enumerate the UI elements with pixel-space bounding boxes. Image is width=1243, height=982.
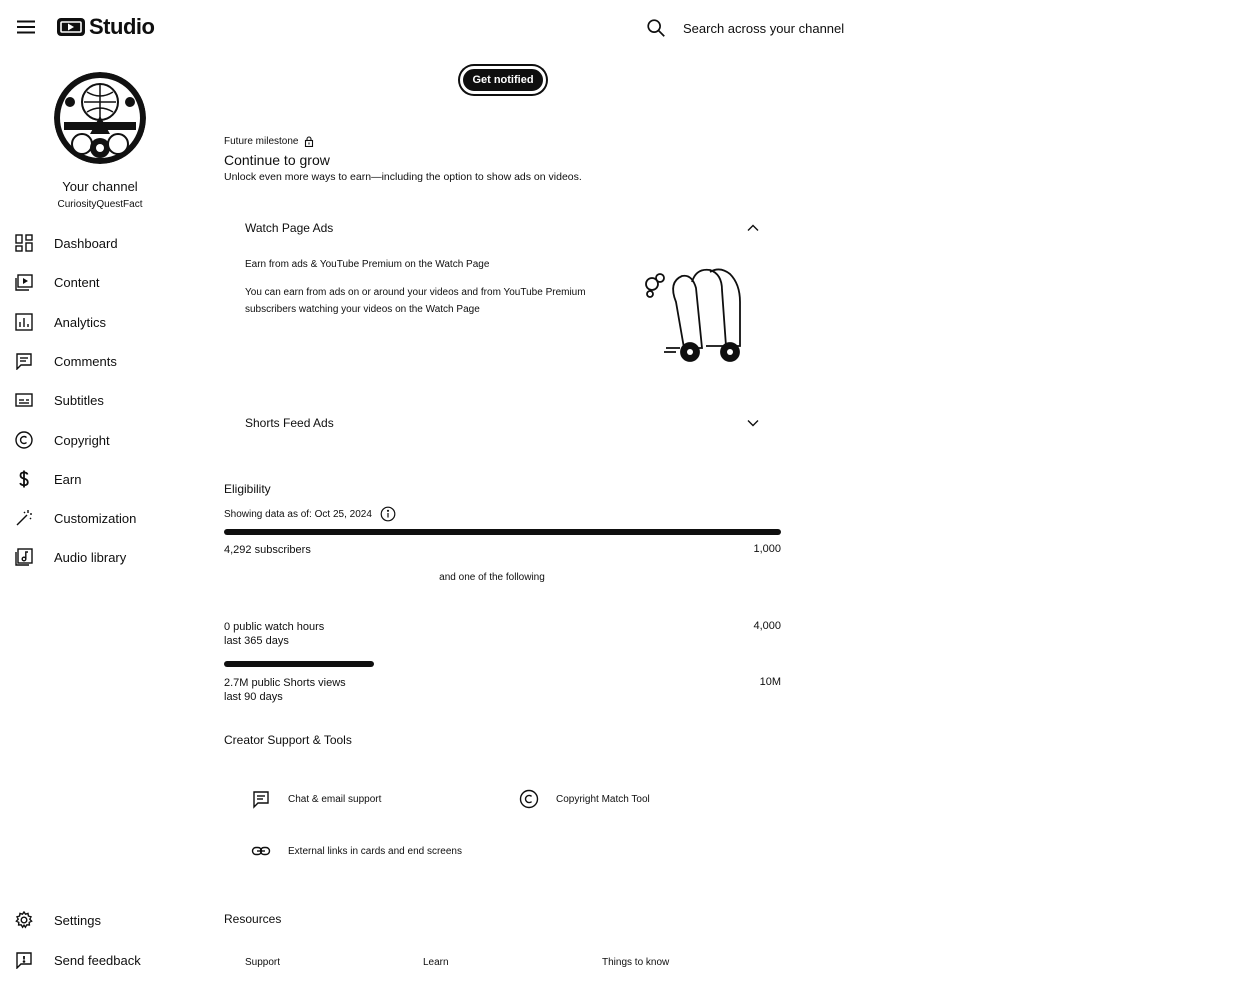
search-bar[interactable] [645,14,945,42]
sidebar-item-label: Dashboard [54,235,118,251]
top-bar: Studio [0,0,1243,56]
shorts-feed-ads-header[interactable]: Shorts Feed Ads [245,413,760,433]
sidebar-item-label: Audio library [54,549,127,565]
data-as-of-text: Showing data as of: Oct 25, 2024 [224,508,372,520]
link-icon [250,840,272,862]
subscribers-progress-bar [224,529,781,535]
shorts-views-progress-fill [224,661,375,667]
dashboard-icon [14,233,34,253]
menu-icon[interactable] [14,15,38,39]
sidebar-item-label: Copyright [54,432,110,448]
eligibility-title: Eligibility [224,482,271,496]
tool-label: Copyright Match Tool [556,793,650,805]
subscribers-progress-fill [224,529,781,535]
search-input[interactable] [683,20,923,36]
milestone-label-text: Future milestone [224,136,299,147]
sidebar-item-settings[interactable]: Settings [0,902,200,938]
copyright-match-tool-link[interactable]: Copyright Match Tool [518,788,650,810]
sidebar-item-label: Analytics [54,314,107,330]
sidebar-item-earn[interactable]: Earn [0,461,200,497]
subscribers-target: 1,000 [753,543,781,555]
get-notified-button[interactable]: Get notified [460,66,546,94]
channel-title: Your channel [62,179,138,194]
watch-page-ads-title: Watch Page Ads [245,221,334,235]
shorts-feed-ads-title: Shorts Feed Ads [245,416,334,430]
avatar[interactable] [54,72,146,164]
sidebar-item-content[interactable]: Content [0,264,200,300]
watch-hours-count: 0 public watch hours [224,621,325,633]
and-one-of-following: and one of the following [439,572,545,583]
comments-icon [14,351,34,371]
watch-page-ads-header[interactable]: Watch Page Ads [245,218,760,238]
car-illustration [636,262,756,368]
data-as-of: Showing data as of: Oct 25, 2024 [224,506,396,522]
milestone-description: Unlock even more ways to earn—including … [224,171,582,183]
content-icon [14,272,34,292]
sidebar-item-label: Subtitles [54,392,104,408]
sidebar-item-comments[interactable]: Comments [0,343,200,379]
resource-link-learn[interactable]: Learn [423,957,449,968]
audio-library-icon [14,547,34,567]
watch-hours-period: last 365 days [224,635,289,647]
watch-page-ads-subtitle: Earn from ads & YouTube Premium on the W… [245,259,490,270]
resources-title: Resources [224,912,282,926]
chat-icon [250,788,272,810]
studio-logo[interactable]: Studio [56,14,155,40]
resource-link-support[interactable]: Support [245,957,280,968]
sidebar-item-label: Content [54,274,100,290]
watch-page-ads-description: You can earn from ads on or around your … [245,287,586,315]
shorts-views-period: last 90 days [224,691,283,703]
chevron-up-icon[interactable] [746,221,760,235]
sidebar-item-dashboard[interactable]: Dashboard [0,225,200,261]
copyright-icon [14,430,34,450]
shorts-views-progress-bar [224,661,781,667]
subscribers-count: 4,292 subscribers [224,544,311,556]
sidebar-item-label: Send feedback [54,952,141,968]
dollar-icon [14,469,34,489]
sidebar-item-subtitles[interactable]: Subtitles [0,382,200,418]
sidebar-item-label: Earn [54,471,82,487]
sidebar-item-send-feedback[interactable]: Send feedback [0,942,200,978]
shorts-views-count: 2.7M public Shorts views [224,677,346,689]
watch-hours-label: 0 public watch hours last 365 days [224,620,324,648]
sidebar-item-label: Customization [54,510,137,526]
search-icon[interactable] [645,17,667,39]
shorts-views-target: 10M [759,676,781,688]
lock-icon [305,136,314,147]
info-icon[interactable] [380,506,396,522]
shorts-views-label: 2.7M public Shorts views last 90 days [224,676,346,704]
sidebar-item-label: Comments [54,353,117,369]
tool-label: Chat & email support [288,793,382,805]
sidebar-item-customization[interactable]: Customization [0,500,200,536]
analytics-icon [14,312,34,332]
milestone-label: Future milestone [224,136,314,147]
sidebar: Your channel CuriosityQuestFact Dashboar… [0,56,200,982]
milestone-title: Continue to grow [224,152,330,168]
feedback-icon [14,950,34,970]
watch-hours-target: 4,000 [753,620,781,632]
external-links-link[interactable]: External links in cards and end screens [250,840,462,862]
studio-logo-icon [57,18,85,36]
subtitles-icon [14,390,34,410]
chat-email-support-link[interactable]: Chat & email support [250,788,381,810]
creator-support-title: Creator Support & Tools [224,733,352,747]
chevron-down-icon[interactable] [746,416,760,430]
copyright-icon [518,788,540,810]
sidebar-item-analytics[interactable]: Analytics [0,304,200,340]
sidebar-item-label: Settings [54,912,101,928]
channel-handle: CuriosityQuestFact [57,199,143,210]
magic-wand-icon [14,508,34,528]
sidebar-item-audio-library[interactable]: Audio library [0,539,200,575]
resource-link-things-to-know[interactable]: Things to know [602,957,669,968]
sidebar-item-copyright[interactable]: Copyright [0,422,200,458]
logo-text: Studio [89,14,155,39]
tool-label: External links in cards and end screens [288,845,462,857]
gear-icon [14,910,34,930]
